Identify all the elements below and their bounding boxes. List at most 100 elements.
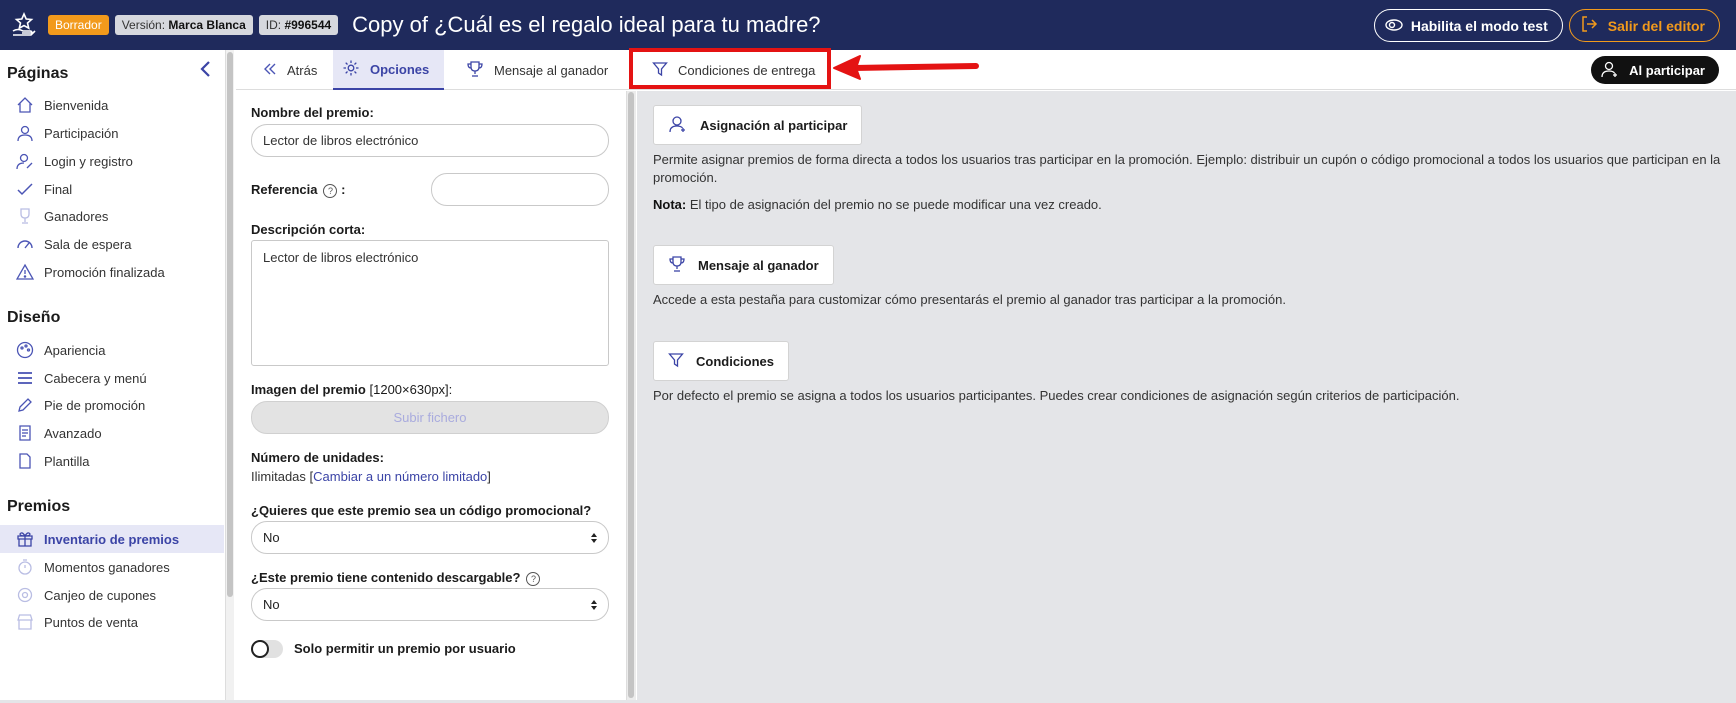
change-units-link[interactable]: Cambiar a un número limitado (313, 469, 487, 484)
sidebar-item-apariencia[interactable]: Apariencia (0, 336, 224, 364)
sidebar-item-bienvenida[interactable]: Bienvenida (0, 91, 224, 119)
promo-code-select[interactable]: No (251, 521, 609, 554)
sidebar-item-label: Ganadores (44, 208, 109, 224)
sidebar-item-label: Bienvenida (44, 97, 109, 113)
sidebar-scrollbar-thumb[interactable] (227, 52, 233, 597)
user-icon (15, 123, 35, 143)
status-badge: Borrador (48, 15, 109, 35)
sidebar-item-final[interactable]: Final (0, 175, 224, 203)
sidebar-item-puntos-venta[interactable]: Puntos de venta (0, 608, 224, 636)
collapse-sidebar-icon[interactable] (198, 60, 214, 78)
sidebar-item-ganadores[interactable]: Ganadores (0, 202, 224, 230)
sidebar-item-label: Pie de promoción (44, 397, 146, 413)
help-icon[interactable]: ? (323, 183, 338, 198)
sidebar-section-title: Páginas (7, 65, 69, 82)
sidebar-item-login[interactable]: Login y registro (0, 147, 224, 175)
tab-winner-message[interactable]: Mensaje al ganador (462, 50, 612, 90)
sidebar-item-sala-espera[interactable]: Sala de espera (0, 230, 224, 258)
units-label: Número de unidades: (251, 450, 384, 465)
trophy-icon (466, 60, 484, 81)
test-mode-button[interactable]: Habilita el modo test (1373, 9, 1563, 42)
sidebar-item-label: Login y registro (44, 153, 133, 169)
page-title: Copy of ¿Cuál es el regalo ideal para tu… (352, 12, 821, 37)
sidebar-item-cabecera-menu[interactable]: Cabecera y menú (0, 364, 224, 392)
one-per-user-label: Solo permitir un premio por usuario (294, 641, 516, 656)
sidebar-item-momentos-ganadores[interactable]: Momentos ganadores (0, 553, 224, 581)
exit-icon (1580, 15, 1598, 36)
short-desc-textarea[interactable]: Lector de libros electrónico (251, 240, 609, 366)
exit-editor-button[interactable]: Salir del editor (1568, 9, 1720, 42)
reference-colon: : (341, 182, 346, 197)
sidebar-item-inventario-premios[interactable]: Inventario de premios (0, 525, 224, 553)
download-label-text: ¿Este premio tiene contenido descargable… (251, 570, 521, 585)
tab-options[interactable]: Opciones (333, 50, 444, 90)
reference-label-text: Referencia (251, 182, 318, 197)
id-value: #996544 (284, 18, 332, 32)
download-select-value: No (263, 597, 280, 612)
sidebar-item-label: Momentos ganadores (44, 559, 170, 575)
id-label: ID: (265, 18, 282, 32)
double-chevron-left-icon (263, 62, 277, 79)
gift-icon (15, 529, 35, 549)
highlight-annotation (629, 48, 831, 89)
tab-back[interactable]: Atrás (253, 50, 327, 90)
user-add-icon (668, 114, 688, 137)
user-edit-icon (15, 151, 35, 171)
units-value: Ilimitadas [Cambiar a un número limitado… (251, 469, 491, 484)
trophy-icon (668, 255, 686, 276)
coupon-icon (15, 585, 35, 605)
tab-label: Atrás (287, 62, 318, 78)
logo-icon[interactable] (6, 7, 42, 43)
promo-code-label: ¿Quieres que este premio sea un código p… (251, 503, 592, 518)
prize-name-input[interactable]: Lector de libros electrónico (251, 124, 609, 157)
short-desc-label: Descripción corta: (251, 222, 366, 237)
tab-label: Mensaje al ganador (494, 62, 609, 78)
help-icon[interactable]: ? (526, 571, 541, 586)
test-mode-label: Habilita el modo test (1410, 17, 1548, 34)
reference-label: Referencia? : (251, 182, 345, 198)
sidebar-item-label: Promoción finalizada (44, 264, 165, 280)
stopwatch-icon (15, 557, 35, 577)
sidebar-item-label: Plantilla (44, 453, 90, 469)
sidebar-item-label: Puntos de venta (44, 614, 138, 630)
assign-on-participate-button[interactable]: Asignación al participar (653, 105, 863, 145)
sidebar-item-pie-promocion[interactable]: Pie de promoción (0, 391, 224, 419)
sidebar-item-label: Inventario de premios (44, 531, 180, 547)
assign-note: Nota: El tipo de asignación del premio n… (653, 196, 1723, 214)
sidebar-section-title: Diseño (7, 309, 61, 326)
form-scrollbar-thumb[interactable] (628, 92, 634, 698)
tabs-bar: Atrás Opciones Mensaje al ganador Condic… (236, 50, 1736, 90)
sidebar-item-label: Canjeo de cupones (44, 587, 157, 603)
home-icon (15, 95, 35, 115)
sidebar-item-label: Cabecera y menú (44, 370, 147, 386)
pen-icon (15, 395, 35, 415)
conditions-description: Por defecto el premio se asigna a todos … (653, 388, 1460, 403)
sidebar-item-plantilla[interactable]: Plantilla (0, 447, 224, 475)
sidebar-item-participacion[interactable]: Participación (0, 119, 224, 147)
palette-icon (15, 340, 35, 360)
sidebar-item-label: Participación (44, 125, 119, 141)
version-value: Marca Blanca (168, 18, 246, 32)
units-value-text: Ilimitadas (251, 469, 306, 484)
reference-input[interactable] (431, 173, 609, 206)
conditions-button[interactable]: Condiciones (653, 341, 790, 381)
sidebar-item-promocion-finalizada[interactable]: Promoción finalizada (0, 258, 224, 286)
version-badge: Versión: Marca Blanca (114, 15, 253, 35)
upload-file-button[interactable]: Subir fichero (251, 401, 609, 434)
download-select[interactable]: No (251, 588, 609, 621)
winner-message-description: Accede a esta pestaña para customizar có… (653, 292, 1286, 307)
sidebar-item-label: Apariencia (44, 342, 106, 358)
version-label: Versión: (121, 18, 166, 32)
select-arrows-icon (590, 532, 598, 547)
sidebar-item-avanzado[interactable]: Avanzado (0, 419, 224, 447)
winner-message-button[interactable]: Mensaje al ganador (653, 245, 834, 285)
assign-description: Permite asignar premios de forma directa… (653, 152, 1721, 185)
winner-message-label: Mensaje al ganador (698, 257, 819, 273)
download-label: ¿Este premio tiene contenido descargable… (251, 570, 541, 586)
note-label: Nota: (653, 197, 687, 212)
eye-toggle-icon (1385, 18, 1403, 34)
toggle-knob[interactable] (251, 640, 269, 658)
on-participate-button[interactable]: Al participar (1591, 56, 1719, 84)
warning-icon (15, 262, 35, 282)
sidebar-item-canjeo-cupones[interactable]: Canjeo de cupones (0, 581, 224, 609)
